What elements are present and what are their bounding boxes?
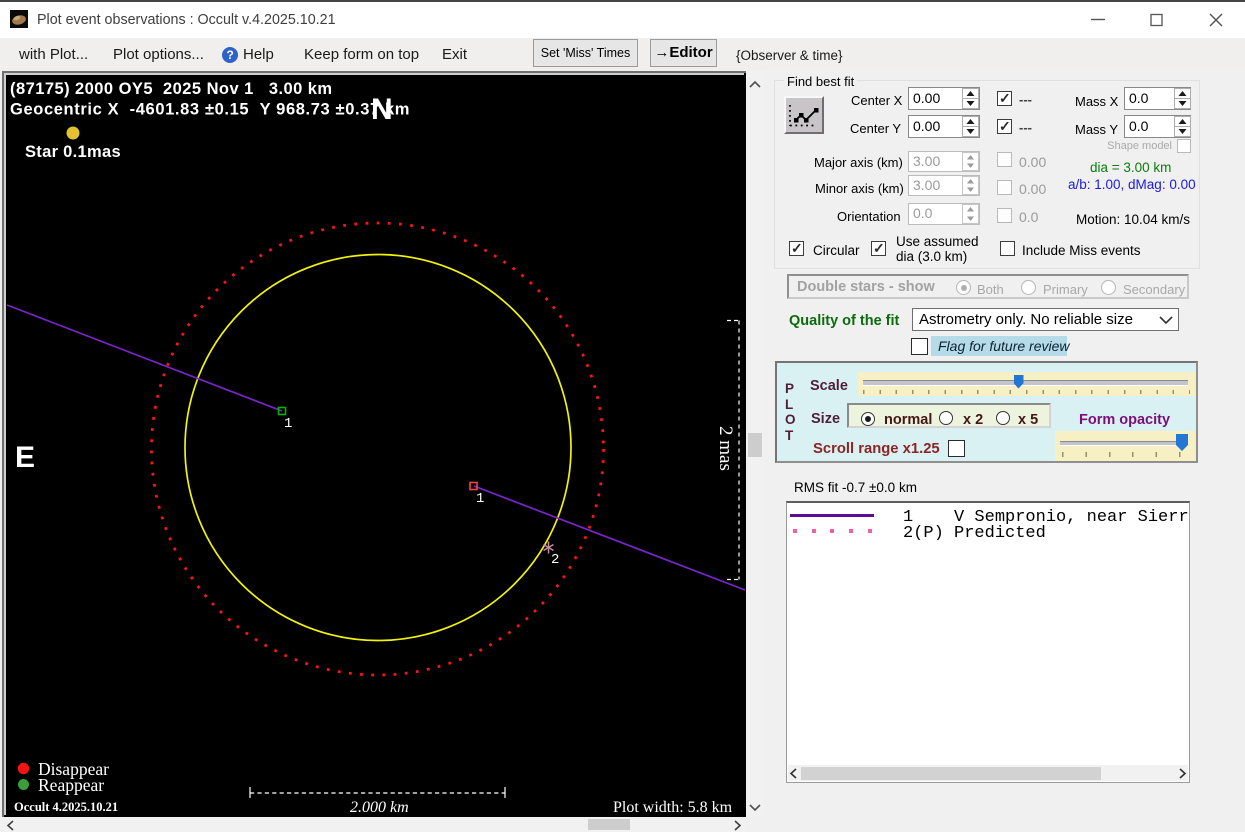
svg-text:2: 2: [551, 552, 559, 568]
svg-text:N: N: [371, 93, 393, 126]
svg-text:Star 0.1mas: Star 0.1mas: [25, 143, 121, 161]
svg-text:2.000 km: 2.000 km: [350, 799, 409, 816]
svg-text:Reappear: Reappear: [38, 775, 104, 795]
svg-text:1: 1: [476, 491, 484, 507]
svg-text:E: E: [15, 441, 35, 474]
svg-text:Geocentric X -4601.83 ±0.15: Geocentric X -4601.83 ±0.15 Y 968.73 ±0.…: [10, 101, 410, 119]
svg-text:2 mas: 2 mas: [715, 426, 736, 471]
svg-text:Occult 4.2025.10.21: Occult 4.2025.10.21: [14, 800, 118, 814]
svg-text:Plot width: 5.8 km: Plot width: 5.8 km: [613, 799, 733, 816]
svg-text:(87175) 2000 OY5 2025 Nov 1: (87175) 2000 OY5 2025 Nov 1 3.00 km: [10, 80, 333, 98]
svg-text:1: 1: [284, 416, 292, 432]
